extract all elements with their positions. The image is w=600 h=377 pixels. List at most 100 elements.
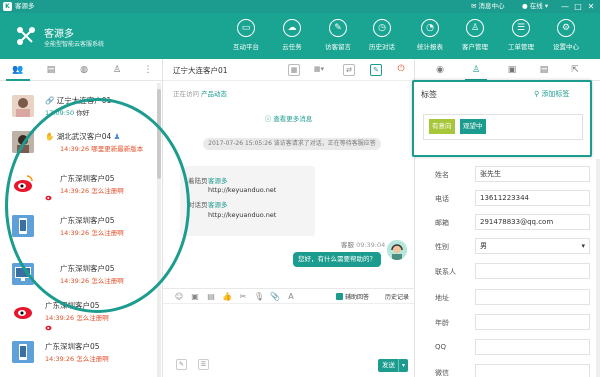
contact-preview: 14:39:26 怎么注册啊: [60, 185, 124, 195]
emoji-icon[interactable]: ☺: [174, 292, 184, 302]
age-input[interactable]: [475, 314, 590, 330]
landing-url[interactable]: http://keyuanduo.net: [208, 186, 276, 194]
nav-visitor-message[interactable]: ✎ 访客留言: [314, 19, 362, 55]
message-center-button[interactable]: ✉ 消息中心: [471, 2, 505, 11]
status-toggle[interactable]: ● 在线 ▾: [522, 2, 548, 11]
tag-chip[interactable]: 有意向: [429, 119, 455, 134]
info-scrollbar[interactable]: [596, 159, 600, 377]
field-contact: 联系人: [415, 262, 600, 282]
contact-item[interactable]: ✋ 湖北武汉客户04 ♟ 14:39:26 哪里更新最新版本: [0, 126, 156, 162]
tab-customer-info[interactable]: ♙: [469, 63, 483, 77]
message-icon: ✎: [329, 19, 347, 37]
text-format-icon[interactable]: A: [286, 292, 296, 302]
nav-interaction[interactable]: ▭ 互动平台: [222, 19, 270, 55]
tab-orders[interactable]: ▤: [537, 63, 551, 77]
list-icon[interactable]: ☰: [198, 359, 209, 370]
avatar: [12, 131, 34, 153]
thumb-icon[interactable]: 👍: [222, 292, 232, 302]
product-link[interactable]: 产品动态: [201, 88, 227, 98]
person-icon: ♙: [112, 65, 122, 75]
tab-profile[interactable]: ♙: [110, 63, 124, 77]
contact-name: 广东深圳客户05: [45, 301, 100, 310]
nav-label: 历史对话: [369, 43, 395, 51]
contact-item[interactable]: 广东深圳客户05 14:39:26 怎么注册啊: [0, 210, 156, 246]
close-button[interactable]: ✕: [586, 1, 596, 12]
attachment-icon[interactable]: 📎: [270, 292, 280, 302]
tab-more[interactable]: ⋮: [141, 63, 155, 77]
nav-settings[interactable]: ⚙ 设置中心: [542, 19, 590, 55]
image-icon[interactable]: ▣: [190, 292, 200, 302]
app-logo-icon: K: [3, 2, 12, 11]
scrollbar-thumb[interactable]: [157, 89, 161, 179]
contact-name-text: 湖北武汉客户04: [56, 132, 112, 141]
qq-input[interactable]: [475, 339, 590, 355]
tab-notes[interactable]: ▣: [505, 63, 519, 77]
pen-icon[interactable]: ✎: [176, 359, 187, 370]
weibo-source-icon: [45, 325, 52, 331]
more-messages-link[interactable]: ⓘ 查看更多消息: [163, 113, 414, 123]
nav-label: 设置中心: [553, 43, 579, 51]
tab-current-visitors[interactable]: 👥: [11, 63, 25, 77]
contact-time: 14:39:26: [45, 314, 75, 322]
avatar: [12, 300, 34, 322]
assist-reply-toggle[interactable]: 辅助回答: [336, 292, 369, 301]
nav-ticket[interactable]: ☰ 工单管理: [497, 19, 545, 55]
tab-share[interactable]: ⇱: [568, 63, 582, 77]
contact-scrollbar[interactable]: [157, 83, 161, 377]
field-email: 邮箱 291478833@qq.com: [415, 213, 600, 233]
transfer-icon[interactable]: ⇄: [343, 64, 355, 76]
history-link[interactable]: 历史记录: [385, 292, 409, 301]
contact-item[interactable]: 广东深圳客户05 14:39:26 怎么注册啊: [0, 336, 156, 372]
contact-item[interactable]: 广东深圳客户05 14:39:26 怎么注册啊: [0, 168, 156, 204]
name-input[interactable]: 张先生: [475, 166, 590, 182]
landing-source[interactable]: 客源多: [208, 175, 228, 185]
contact-preview: 14:39:26 怎么注册啊: [60, 275, 124, 285]
gender-select[interactable]: 男: [475, 238, 590, 254]
send-dropdown-icon[interactable]: ▾: [398, 359, 408, 372]
tab-colleagues[interactable]: ◍: [77, 63, 91, 77]
avatar-photo-icon: [16, 98, 30, 117]
calendar-icon[interactable]: ▦: [288, 64, 300, 76]
scissors-icon[interactable]: ✂: [238, 292, 248, 302]
tag-list: 有意向 观望中: [423, 114, 583, 140]
add-tag-button[interactable]: ⚲ 添加标签: [534, 89, 569, 99]
maximize-button[interactable]: □: [573, 1, 583, 12]
address-input[interactable]: [475, 289, 590, 305]
field-label: 姓名: [435, 171, 449, 179]
nav-statistics[interactable]: ◔ 统计报表: [406, 19, 454, 55]
contact-item[interactable]: 广东深圳客户05 14:39:26 怎么注册啊: [0, 295, 156, 331]
landing-label: 着陆页: [188, 177, 208, 185]
edit-icon[interactable]: ✎: [370, 64, 382, 76]
nav-history[interactable]: ◷ 历史对话: [358, 19, 406, 55]
tag-chip[interactable]: 观望中: [460, 119, 486, 134]
contact-name: 广东深圳客户05: [60, 264, 115, 273]
wechat-input[interactable]: [475, 364, 590, 377]
field-label: QQ: [435, 343, 447, 351]
assist-checkbox[interactable]: [336, 293, 343, 300]
dialog-page-source[interactable]: 客源多: [208, 199, 228, 209]
send-button[interactable]: 发送 ▾: [378, 359, 408, 372]
nav-cloud-task[interactable]: ☁ 云任务: [268, 19, 316, 55]
phone-input[interactable]: 13611223344: [475, 190, 590, 206]
dialog-page-url[interactable]: http://keyuanduo.net: [208, 211, 276, 219]
email-input[interactable]: 291478833@qq.com: [475, 214, 590, 230]
contact-item[interactable]: 🔗 辽宁大连客户01 17:09:50 你好: [0, 90, 156, 126]
tab-visitor-trace[interactable]: ◉: [433, 63, 447, 77]
mobile-icon: [12, 215, 34, 237]
contact-input[interactable]: [475, 263, 590, 279]
mic-icon[interactable]: 🎙: [254, 292, 264, 302]
contact-preview: 14:39:26 哪里更新最新版本: [60, 143, 143, 153]
screenshot-icon[interactable]: ▤: [206, 292, 216, 302]
avatar-photo-icon: [12, 131, 34, 153]
settings-icon: ⚙: [557, 19, 575, 37]
power-icon[interactable]: ⏻: [395, 64, 407, 76]
minimize-button[interactable]: —: [560, 1, 570, 12]
field-age: 年龄: [415, 313, 600, 333]
tab-messages[interactable]: ▤: [44, 63, 58, 77]
active-tab-indicator: [6, 79, 30, 81]
contact-name: 广东深圳客户05: [60, 216, 115, 225]
contact-time: 14:39:26: [45, 355, 75, 363]
grid-icon[interactable]: ▦▾: [313, 64, 325, 76]
nav-customer[interactable]: ♙ 客户管理: [451, 19, 499, 55]
contact-item[interactable]: 广东深圳客户05 14:39:26 怎么注册啊: [0, 258, 156, 294]
